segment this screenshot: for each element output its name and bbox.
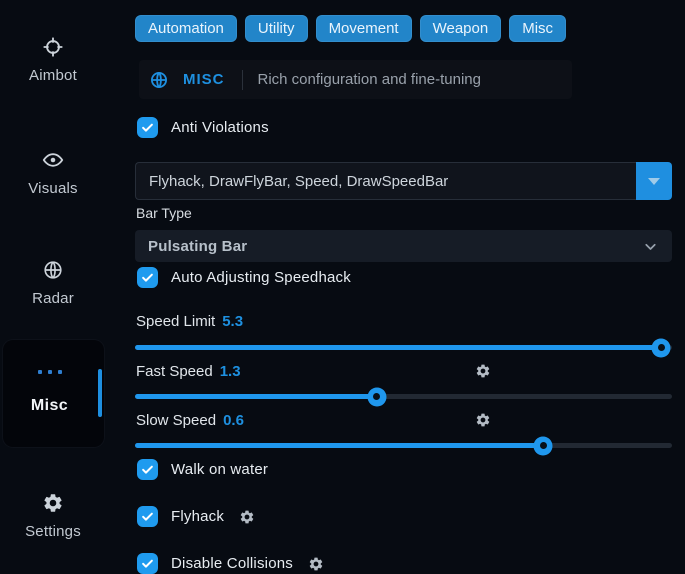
sidebar-item-radar[interactable]: Radar [0, 259, 106, 307]
bar-type-label: Bar Type [136, 205, 192, 221]
slider-label: Slow Speed [136, 412, 216, 429]
slider-fill [135, 345, 661, 350]
tab-movement[interactable]: Movement [316, 15, 412, 42]
speed-limit-slider[interactable] [135, 345, 672, 350]
chevron-down-icon [642, 238, 659, 255]
slider-label: Speed Limit [136, 313, 215, 330]
gear-icon [42, 492, 64, 514]
checkbox-checked-icon[interactable] [137, 506, 158, 527]
checkbox-label: Flyhack [171, 508, 224, 525]
sidebar-item-label: Aimbot [0, 67, 106, 84]
tab-utility[interactable]: Utility [245, 15, 308, 42]
section-title: MISC [183, 71, 225, 88]
checkbox-row-disable-collisions[interactable]: Disable Collisions [137, 553, 324, 574]
tab-automation[interactable]: Automation [135, 15, 237, 42]
sidebar: Aimbot Visuals Radar Misc Set [0, 0, 130, 563]
checkbox-checked-icon[interactable] [137, 267, 158, 288]
category-tabs: Automation Utility Movement Weapon Misc [135, 15, 566, 42]
checkbox-label: Auto Adjusting Speedhack [171, 269, 351, 286]
sidebar-item-settings[interactable]: Settings [0, 492, 106, 540]
slider-label-row: Slow Speed 0.6 [136, 411, 672, 429]
checkbox-row-anti-violations[interactable]: Anti Violations [137, 117, 269, 138]
sidebar-item-misc-active[interactable]: Misc [3, 340, 104, 447]
bar-type-selected-value: Pulsating Bar [148, 238, 247, 255]
slider-label-row: Fast Speed 1.3 [136, 362, 672, 380]
ellipsis-icon [3, 370, 96, 374]
sidebar-item-label: Misc [3, 397, 96, 415]
sidebar-item-label: Radar [0, 290, 106, 307]
slow-speed-slider[interactable] [135, 443, 672, 448]
slider-fill [135, 394, 377, 399]
active-indicator-bar [98, 369, 102, 417]
slider-handle[interactable] [652, 338, 671, 357]
checkbox-row-walk-on-water[interactable]: Walk on water [137, 459, 268, 480]
bars-input[interactable] [135, 162, 636, 200]
checkbox-checked-icon[interactable] [137, 459, 158, 480]
checkbox-label: Disable Collisions [171, 555, 293, 572]
checkbox-checked-icon[interactable] [137, 117, 158, 138]
checkbox-label: Walk on water [171, 461, 268, 478]
crosshair-icon [42, 36, 64, 58]
checkbox-row-flyhack[interactable]: Flyhack [137, 506, 255, 527]
gear-icon[interactable] [239, 509, 255, 525]
slider-value: 1.3 [220, 363, 241, 380]
divider [242, 70, 243, 90]
sidebar-item-label: Visuals [0, 180, 106, 197]
gear-icon[interactable] [475, 412, 491, 428]
slider-value: 5.3 [222, 313, 243, 330]
sidebar-item-label: Settings [0, 523, 106, 540]
slider-fill [135, 443, 543, 448]
section-subtitle: Rich configuration and fine-tuning [258, 71, 481, 88]
fast-speed-slider[interactable] [135, 394, 672, 399]
globe-icon [42, 259, 64, 281]
gear-icon[interactable] [475, 363, 491, 379]
bar-type-select[interactable]: Pulsating Bar [135, 230, 672, 262]
caret-down-icon [648, 178, 660, 185]
slider-handle[interactable] [367, 387, 386, 406]
tab-misc[interactable]: Misc [509, 15, 566, 42]
tab-weapon[interactable]: Weapon [420, 15, 502, 42]
slider-label: Fast Speed [136, 363, 213, 380]
sidebar-item-aimbot[interactable]: Aimbot [0, 36, 106, 84]
checkbox-checked-icon[interactable] [137, 553, 158, 574]
checkbox-label: Anti Violations [171, 119, 269, 136]
gear-icon[interactable] [308, 556, 324, 572]
misc-panel: Automation Utility Movement Weapon Misc … [135, 0, 672, 563]
bars-dropdown-button[interactable] [636, 162, 672, 200]
eye-icon [42, 149, 64, 171]
slider-handle[interactable] [534, 436, 553, 455]
section-header: MISC Rich configuration and fine-tuning [139, 60, 572, 99]
globe-icon [149, 70, 169, 90]
checkbox-row-auto-adjusting-speedhack[interactable]: Auto Adjusting Speedhack [137, 267, 351, 288]
slider-value: 0.6 [223, 412, 244, 429]
sidebar-item-visuals[interactable]: Visuals [0, 149, 106, 197]
bars-field-group [135, 162, 672, 200]
slider-label-row: Speed Limit 5.3 [136, 312, 672, 330]
